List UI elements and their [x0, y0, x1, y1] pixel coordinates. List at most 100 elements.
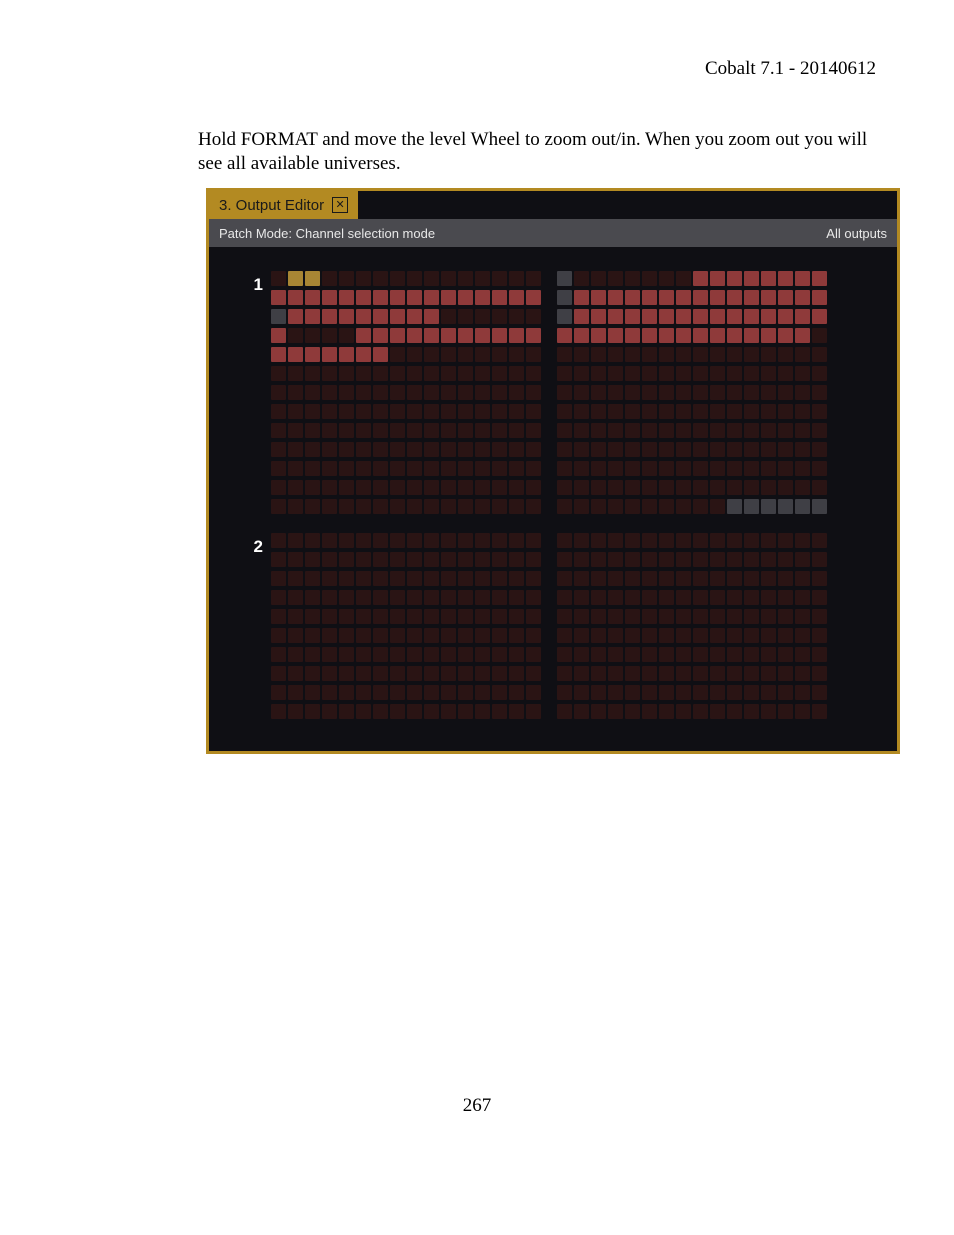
output-cell[interactable]	[659, 290, 674, 305]
output-cell[interactable]	[288, 571, 303, 586]
output-cell[interactable]	[424, 404, 439, 419]
output-cell[interactable]	[676, 480, 691, 495]
output-cell[interactable]	[339, 590, 354, 605]
output-cell[interactable]	[608, 704, 623, 719]
output-cell[interactable]	[778, 290, 793, 305]
output-cell[interactable]	[407, 461, 422, 476]
output-cell[interactable]	[557, 461, 572, 476]
output-cell[interactable]	[812, 704, 827, 719]
output-cell[interactable]	[744, 571, 759, 586]
output-cell[interactable]	[659, 571, 674, 586]
output-cell[interactable]	[710, 552, 725, 567]
output-cell[interactable]	[693, 685, 708, 700]
output-cell[interactable]	[339, 366, 354, 381]
output-cell[interactable]	[625, 366, 640, 381]
output-cell[interactable]	[356, 480, 371, 495]
output-cell[interactable]	[373, 571, 388, 586]
output-cell[interactable]	[574, 328, 589, 343]
output-cell[interactable]	[288, 533, 303, 548]
output-cell[interactable]	[557, 480, 572, 495]
output-cell[interactable]	[693, 404, 708, 419]
output-cell[interactable]	[744, 704, 759, 719]
output-cell[interactable]	[407, 309, 422, 324]
output-cell[interactable]	[557, 366, 572, 381]
output-cell[interactable]	[625, 271, 640, 286]
output-cell[interactable]	[574, 271, 589, 286]
output-cell[interactable]	[322, 461, 337, 476]
output-cell[interactable]	[526, 442, 541, 457]
output-cell[interactable]	[625, 309, 640, 324]
output-cell[interactable]	[642, 590, 657, 605]
output-cell[interactable]	[727, 423, 742, 438]
output-cell[interactable]	[509, 385, 524, 400]
output-cell[interactable]	[373, 666, 388, 681]
output-cell[interactable]	[591, 704, 606, 719]
output-cell[interactable]	[591, 290, 606, 305]
output-cell[interactable]	[778, 666, 793, 681]
output-cell[interactable]	[475, 385, 490, 400]
output-cell[interactable]	[322, 328, 337, 343]
output-cell[interactable]	[288, 404, 303, 419]
output-cell[interactable]	[492, 328, 507, 343]
output-cell[interactable]	[322, 290, 337, 305]
output-cell[interactable]	[642, 685, 657, 700]
output-cell[interactable]	[557, 533, 572, 548]
output-cell[interactable]	[744, 271, 759, 286]
output-cell[interactable]	[407, 666, 422, 681]
output-cell[interactable]	[744, 666, 759, 681]
output-cell[interactable]	[710, 271, 725, 286]
output-cell[interactable]	[744, 309, 759, 324]
output-cell[interactable]	[744, 461, 759, 476]
output-cell[interactable]	[591, 442, 606, 457]
output-cell[interactable]	[812, 480, 827, 495]
tab-output-editor[interactable]: 3. Output Editor ✕	[209, 191, 358, 219]
output-cell[interactable]	[322, 571, 337, 586]
output-cell[interactable]	[693, 423, 708, 438]
output-cell[interactable]	[339, 666, 354, 681]
output-cell[interactable]	[676, 552, 691, 567]
output-cell[interactable]	[727, 385, 742, 400]
output-cell[interactable]	[591, 552, 606, 567]
output-cell[interactable]	[288, 385, 303, 400]
output-cell[interactable]	[778, 571, 793, 586]
output-cell[interactable]	[390, 385, 405, 400]
output-cell[interactable]	[271, 404, 286, 419]
output-cell[interactable]	[710, 499, 725, 514]
output-cell[interactable]	[441, 590, 456, 605]
output-cell[interactable]	[356, 423, 371, 438]
output-cell[interactable]	[441, 666, 456, 681]
output-cell[interactable]	[322, 309, 337, 324]
output-cell[interactable]	[659, 666, 674, 681]
output-cell[interactable]	[424, 442, 439, 457]
output-cell[interactable]	[509, 685, 524, 700]
output-cell[interactable]	[322, 628, 337, 643]
output-cell[interactable]	[727, 499, 742, 514]
output-cell[interactable]	[795, 480, 810, 495]
output-cell[interactable]	[812, 366, 827, 381]
output-cell[interactable]	[693, 552, 708, 567]
output-cell[interactable]	[761, 590, 776, 605]
output-cell[interactable]	[625, 533, 640, 548]
output-cell[interactable]	[642, 442, 657, 457]
output-cell[interactable]	[625, 609, 640, 624]
output-cell[interactable]	[339, 328, 354, 343]
output-cell[interactable]	[509, 480, 524, 495]
output-cell[interactable]	[676, 423, 691, 438]
output-cell[interactable]	[288, 309, 303, 324]
output-cell[interactable]	[761, 347, 776, 362]
output-cell[interactable]	[591, 666, 606, 681]
output-cell[interactable]	[591, 385, 606, 400]
output-cell[interactable]	[727, 347, 742, 362]
output-cell[interactable]	[339, 461, 354, 476]
output-cell[interactable]	[608, 499, 623, 514]
output-cell[interactable]	[727, 309, 742, 324]
output-cell[interactable]	[339, 647, 354, 662]
output-cell[interactable]	[744, 609, 759, 624]
output-cell[interactable]	[305, 290, 320, 305]
output-cell[interactable]	[339, 290, 354, 305]
output-cell[interactable]	[509, 271, 524, 286]
output-cell[interactable]	[659, 366, 674, 381]
output-cell[interactable]	[441, 533, 456, 548]
output-cell[interactable]	[608, 423, 623, 438]
output-cell[interactable]	[693, 666, 708, 681]
